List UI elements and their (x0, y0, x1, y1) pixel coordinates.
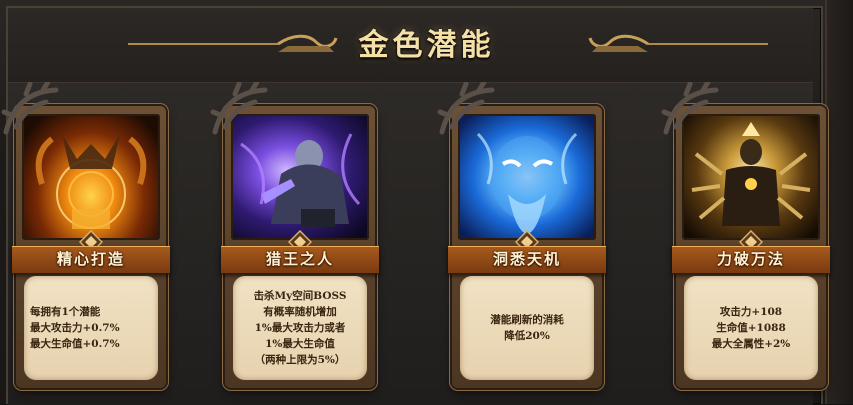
thorn-ornament-icon (210, 82, 268, 135)
potential-card-2[interactable]: 猎王之人 击杀My空间BOSS 有概率随机增加 1%最大攻击力或者 1%最大生命… (205, 82, 393, 396)
description-line: 击杀My空间BOSS (253, 290, 347, 302)
description-line: 潜能刷新的消耗 (490, 314, 564, 326)
description-line: 最大全属性+2% (711, 338, 791, 350)
card-description: 每拥有1个潜能 最大攻击力+0.7% 最大生命值+0.7% (24, 276, 158, 380)
card-description: 攻击力+108 生命值+1088 最大全属性+2% (684, 276, 818, 380)
panel-title: 金色潜能 (358, 28, 495, 63)
card-description: 潜能刷新的消耗 降低20% (460, 276, 594, 380)
card-description: 击杀My空间BOSS 有概率随机增加 1%最大攻击力或者 1%最大生命值 （两种… (233, 276, 367, 380)
description-line: 有概率随机增加 (263, 306, 337, 318)
description-line: 最大生命值+0.7% (30, 338, 120, 350)
description-line: （两种上限为5%） (254, 354, 346, 366)
card-name: 力破万法 (716, 250, 785, 268)
description-line: 1%最大生命值 (265, 338, 335, 350)
description-line: 生命值+1088 (716, 322, 786, 334)
potential-card-3[interactable]: 洞悉天机 潜能刷新的消耗 降低20% (432, 82, 620, 396)
description-line: 最大攻击力+0.7% (30, 322, 120, 334)
description-line: 降低20% (504, 330, 550, 342)
description-line: 每拥有1个潜能 (30, 306, 101, 318)
description-line: 攻击力+108 (719, 306, 783, 318)
potential-card-1[interactable]: 精心打造 每拥有1个潜能 最大攻击力+0.7% 最大生命值+0.7% (0, 82, 184, 396)
thorn-ornament-icon (1, 82, 59, 135)
card-name: 精心打造 (56, 250, 125, 268)
card-name: 猎王之人 (265, 250, 334, 268)
card-name: 洞悉天机 (492, 250, 561, 268)
description-line: 1%最大攻击力或者 (254, 322, 346, 334)
thorn-ornament-icon (437, 82, 495, 135)
potential-card-4[interactable]: 力破万法 攻击力+108 生命值+1088 最大全属性+2% (656, 82, 844, 396)
thorn-ornament-icon (661, 82, 719, 135)
